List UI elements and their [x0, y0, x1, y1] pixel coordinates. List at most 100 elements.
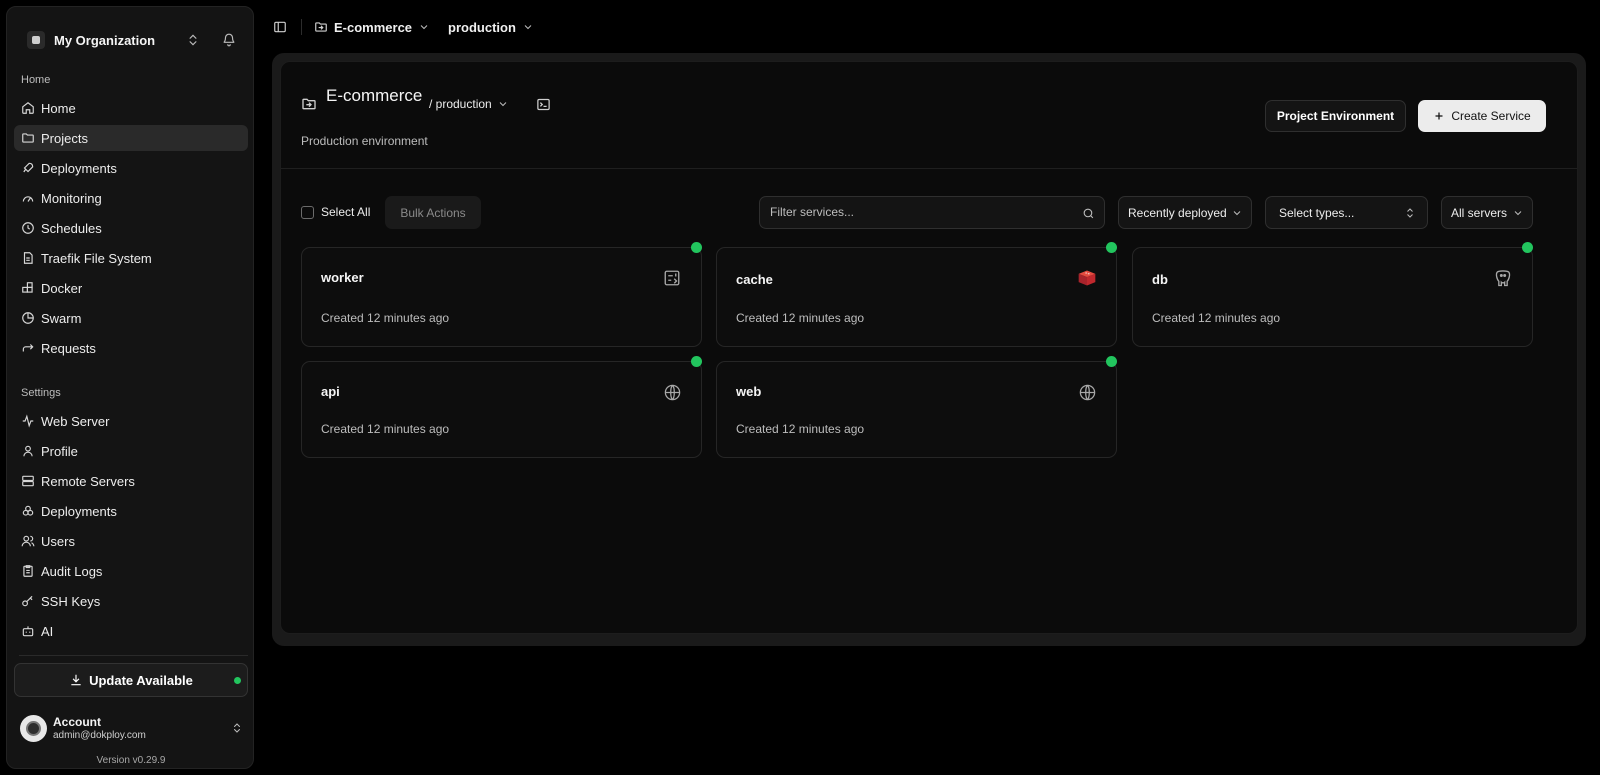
service-name: cache	[736, 272, 773, 287]
service-type-select[interactable]: Select types...	[1265, 196, 1428, 229]
page-title: E-commerce	[326, 86, 423, 105]
sidebar-item-projects[interactable]: Projects	[14, 125, 248, 151]
sidebar-item-audit-logs[interactable]: Audit Logs	[14, 558, 248, 584]
service-created: Created 12 minutes ago	[321, 422, 450, 436]
select-all-label[interactable]: Select All	[321, 205, 370, 219]
download-icon	[69, 673, 83, 687]
bot-icon	[21, 624, 35, 638]
nav-home-group: Home Projects Deployments Monitoring Sch…	[14, 95, 248, 365]
org-switcher[interactable]: My Organization	[19, 21, 243, 59]
arrow-forward-icon	[21, 341, 35, 355]
status-dot	[691, 242, 702, 253]
chevrons-up-down-icon	[1404, 207, 1416, 219]
project-panel: E-commerce / production Production envir…	[280, 61, 1578, 634]
rocket-icon	[21, 161, 35, 175]
chevrons-up-down-icon[interactable]	[183, 30, 203, 50]
folder-input-icon	[314, 20, 328, 34]
sidebar-item-label: Monitoring	[41, 190, 102, 206]
create-service-label: Create Service	[1451, 109, 1531, 123]
service-name: db	[1152, 272, 1168, 287]
create-service-button[interactable]: Create Service	[1418, 100, 1546, 132]
app-root: My Organization Home Home Projects Deplo…	[0, 0, 1600, 775]
sidebar-item-label: Deployments	[41, 503, 117, 519]
filter-services-input[interactable]	[770, 205, 1070, 219]
server-filter-dropdown[interactable]: All servers	[1441, 196, 1533, 229]
header-divider	[281, 168, 1577, 169]
sidebar-item-label: SSH Keys	[41, 593, 101, 609]
service-type-label: Select types...	[1279, 205, 1355, 220]
service-name: worker	[321, 270, 364, 285]
select-all-checkbox[interactable]	[301, 206, 314, 219]
sidebar-item-settings-deployments[interactable]: Deployments	[14, 498, 248, 524]
clock-icon	[21, 221, 35, 235]
service-card-web[interactable]: web Created 12 minutes ago	[716, 356, 1117, 458]
sidebar-item-label: Swarm	[41, 310, 82, 326]
service-card-worker[interactable]: worker Created 12 minutes ago	[301, 242, 702, 347]
sidebar-item-home[interactable]: Home	[14, 95, 248, 121]
sort-dropdown[interactable]: Recently deployed	[1118, 196, 1252, 229]
sidebar-divider	[19, 655, 248, 656]
redis-icon	[1077, 268, 1097, 288]
status-dot	[1106, 242, 1117, 253]
breadcrumb-environment[interactable]: production	[448, 20, 534, 35]
sidebar-item-label: Requests	[41, 340, 96, 356]
sidebar-item-label: Projects	[41, 130, 88, 146]
sidebar-item-label: Web Server	[41, 413, 110, 429]
user-icon	[21, 444, 35, 458]
service-name: api	[321, 384, 340, 399]
main-container: E-commerce / production Production envir…	[272, 53, 1586, 646]
compose-icon	[662, 268, 682, 288]
topbar-separator	[301, 19, 302, 35]
sort-dropdown-label: Recently deployed	[1128, 205, 1227, 220]
breadcrumb-environment-label: production	[448, 19, 516, 35]
sidebar-item-monitoring[interactable]: Monitoring	[14, 185, 248, 211]
boxes-icon	[21, 504, 35, 518]
chevron-down-icon	[522, 21, 534, 33]
panel-left-icon[interactable]	[269, 16, 291, 38]
folder-input-icon	[301, 96, 317, 112]
chevron-down-icon	[418, 21, 430, 33]
bell-icon[interactable]	[219, 30, 239, 50]
services-toolbar: Select All Bulk Actions Recently deploye…	[301, 196, 1553, 230]
sidebar-item-docker[interactable]: Docker	[14, 275, 248, 301]
sidebar-item-ssh-keys[interactable]: SSH Keys	[14, 588, 248, 614]
project-description: Production environment	[301, 134, 428, 148]
account-menu[interactable]: Account admin@dokploy.com	[20, 709, 246, 747]
globe-icon	[1077, 382, 1097, 402]
environment-selector[interactable]: / production	[429, 97, 509, 111]
sidebar-item-users[interactable]: Users	[14, 528, 248, 554]
sidebar-item-label: Home	[41, 100, 76, 116]
sidebar-item-web-server[interactable]: Web Server	[14, 408, 248, 434]
postgres-icon	[1493, 268, 1513, 288]
environment-label: / production	[429, 97, 492, 111]
project-environment-button[interactable]: Project Environment	[1265, 100, 1406, 132]
breadcrumb-project[interactable]: E-commerce	[314, 20, 430, 35]
service-card-db[interactable]: db Created 12 minutes ago	[1132, 242, 1533, 347]
sidebar-item-requests[interactable]: Requests	[14, 335, 248, 361]
filter-services	[759, 196, 1105, 229]
update-status-dot	[234, 677, 241, 684]
section-label-home: Home	[21, 74, 51, 86]
update-available-button[interactable]: Update Available	[14, 663, 248, 697]
service-card-api[interactable]: api Created 12 minutes ago	[301, 356, 702, 458]
service-created: Created 12 minutes ago	[736, 311, 865, 325]
sidebar-item-schedules[interactable]: Schedules	[14, 215, 248, 241]
sidebar-item-label: Deployments	[41, 160, 117, 176]
status-dot	[691, 356, 702, 367]
sidebar-item-ai[interactable]: AI	[14, 618, 248, 644]
service-created: Created 12 minutes ago	[321, 311, 450, 325]
sidebar-item-swarm[interactable]: Swarm	[14, 305, 248, 331]
section-label-settings: Settings	[21, 387, 61, 399]
service-card-cache[interactable]: cache Created 12 minutes ago	[716, 242, 1117, 347]
chevron-down-icon	[497, 98, 509, 110]
sidebar-item-traefik[interactable]: Traefik File System	[14, 245, 248, 271]
sidebar-item-remote-servers[interactable]: Remote Servers	[14, 468, 248, 494]
gauge-icon	[21, 191, 35, 205]
folder-icon	[21, 131, 35, 145]
file-icon	[21, 251, 35, 265]
search-icon	[1081, 206, 1095, 220]
terminal-icon[interactable]	[535, 96, 551, 112]
sidebar-item-deployments[interactable]: Deployments	[14, 155, 248, 181]
sidebar-item-profile[interactable]: Profile	[14, 438, 248, 464]
bulk-actions-button[interactable]: Bulk Actions	[385, 196, 481, 229]
